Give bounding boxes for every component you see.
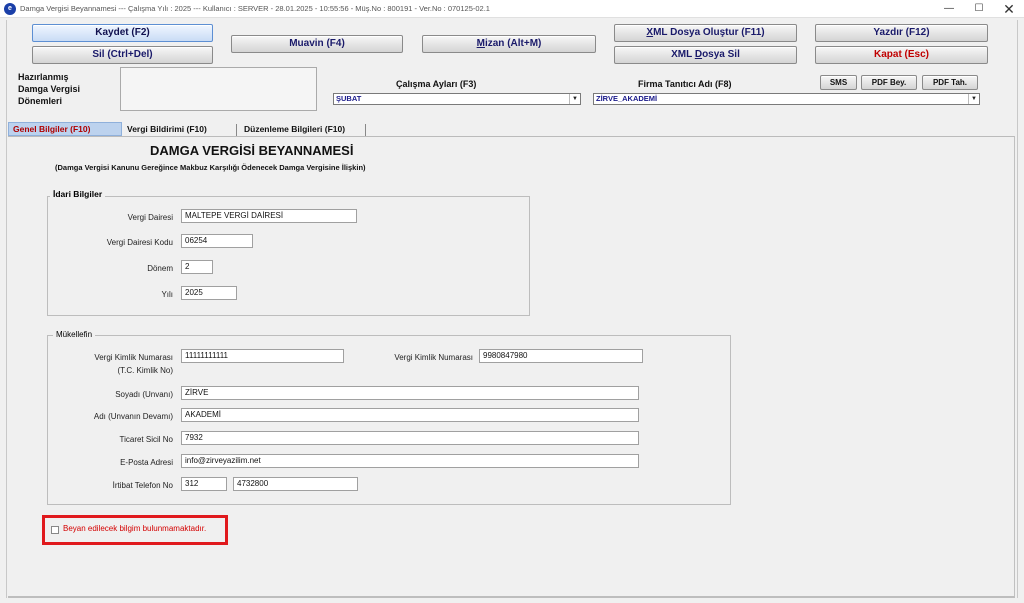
trade-registry-label: Ticaret Sicil No	[119, 435, 174, 444]
year-field[interactable]: 2025	[181, 286, 237, 300]
title-bar: e Damga Vergisi Beyannamesi --- Çalışma …	[0, 0, 1024, 18]
prepared-label-line2: Damga Vergisi	[18, 84, 81, 94]
maximize-icon[interactable]: ☐	[964, 0, 994, 18]
tax-office-code-label: Vergi Dairesi Kodu	[106, 238, 173, 247]
status-divider	[8, 596, 1015, 598]
surname-field[interactable]: ZİRVE	[181, 386, 639, 400]
pdf-bey-button[interactable]: PDF Bey.	[861, 75, 917, 90]
phone-label: İrtibat Telefon No	[112, 481, 173, 490]
window-title: Damga Vergisi Beyannamesi --- Çalışma Yı…	[20, 4, 490, 13]
no-declaration-label[interactable]: Beyan edilecek bilgim bulunmamaktadır.	[63, 524, 206, 533]
trade-registry-field[interactable]: 7932	[181, 431, 639, 445]
delete-button[interactable]: Sil (Ctrl+Del)	[32, 46, 213, 64]
print-button[interactable]: Yazdır (F12)	[815, 24, 988, 42]
period-field[interactable]: 2	[181, 260, 213, 274]
email-field[interactable]: info@zirveyazilim.net	[181, 454, 639, 468]
close-icon[interactable]: ✕	[994, 0, 1024, 18]
prepared-label-line1: Hazırlanmış	[18, 72, 69, 82]
tckn-label: Vergi Kimlik Numarası	[94, 353, 173, 362]
pdf-tah-button[interactable]: PDF Tah.	[922, 75, 978, 90]
tab-divider	[236, 124, 237, 136]
tax-office-label: Vergi Dairesi	[127, 213, 173, 222]
save-button[interactable]: Kaydet (F2)	[32, 24, 213, 42]
mizan-button[interactable]: Mizan (Alt+M)	[422, 35, 596, 53]
tab-divider	[365, 124, 366, 136]
form-subtitle: (Damga Vergisi Kanunu Gereğince Makbuz K…	[55, 163, 366, 172]
prepared-periods-list[interactable]	[120, 67, 317, 111]
prepared-label-line3: Dönemleri	[18, 96, 63, 106]
tab-tax-declaration[interactable]: Vergi Bildirimi (F10)	[123, 123, 211, 137]
chevron-down-icon[interactable]: ▼	[569, 94, 580, 104]
close-button[interactable]: Kapat (Esc)	[815, 46, 988, 64]
muavin-button[interactable]: Muavin (F4)	[231, 35, 403, 53]
no-declaration-highlight: Beyan edilecek bilgim bulunmamaktadır.	[42, 515, 228, 545]
company-select[interactable]: ZİRVE_AKADEMİ ▼	[593, 93, 980, 105]
year-label: Yılı	[161, 290, 173, 299]
vkn-label: Vergi Kimlik Numarası	[394, 353, 473, 362]
surname-label: Soyadı (Unvanı)	[115, 390, 173, 399]
chevron-down-icon[interactable]: ▼	[968, 94, 979, 104]
sms-button[interactable]: SMS	[820, 75, 857, 90]
work-months-label: Çalışma Ayları (F3)	[396, 79, 477, 89]
tckn-field[interactable]: 11111111111	[181, 349, 344, 363]
tax-office-field[interactable]: MALTEPE VERGİ DAİRESİ	[181, 209, 357, 223]
tckn-sublabel: (T.C. Kimlik No)	[117, 366, 173, 375]
tax-office-code-field[interactable]: 06254	[181, 234, 253, 248]
xml-create-button[interactable]: XML Dosya Oluştur (F11)	[614, 24, 797, 42]
app-icon: e	[4, 3, 16, 15]
tab-general-info[interactable]: Genel Bilgiler (F10)	[8, 122, 122, 136]
admin-info-title: İdari Bilgiler	[50, 189, 106, 199]
phone-number-field[interactable]: 4732800	[233, 477, 358, 491]
tab-arrangement-info[interactable]: Düzenleme Bilgileri (F10)	[240, 123, 349, 137]
vkn-field[interactable]: 9980847980	[479, 349, 643, 363]
taxpayer-title: Mükellefin	[53, 330, 96, 339]
name-label: Adı (Unvanın Devamı)	[93, 412, 173, 421]
email-label: E-Posta Adresi	[120, 458, 173, 467]
period-label: Dönem	[147, 264, 173, 273]
phone-area-field[interactable]: 312	[181, 477, 227, 491]
work-months-select[interactable]: ŞUBAT ▼	[333, 93, 581, 105]
company-label: Firma Tanıtıcı Adı (F8)	[638, 79, 732, 89]
name-field[interactable]: AKADEMİ	[181, 408, 639, 422]
form-title: DAMGA VERGİSİ BEYANNAMESİ	[150, 143, 354, 158]
xml-delete-button[interactable]: XML Dosya Sil	[614, 46, 797, 64]
no-declaration-checkbox[interactable]	[51, 526, 59, 534]
minimize-icon[interactable]: —	[934, 0, 964, 18]
